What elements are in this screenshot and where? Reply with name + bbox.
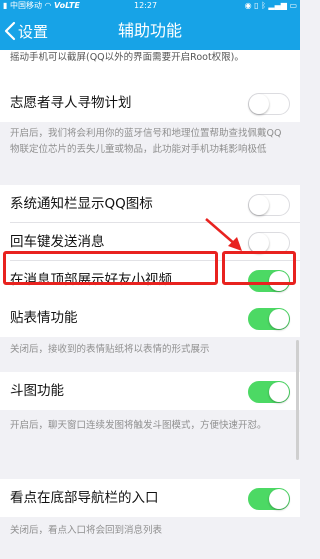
scrollbar[interactable] bbox=[296, 340, 299, 460]
volunteer-toggle[interactable] bbox=[248, 93, 290, 115]
toggle-knob bbox=[249, 94, 269, 114]
bluetooth-icon: ᛒ bbox=[261, 1, 266, 10]
signal-bars-icon: ▂▄▆ bbox=[268, 1, 287, 10]
annotation-highlight-toggle bbox=[222, 251, 296, 285]
volunteer-desc: 开启后，我们将会利用你的蓝牙信号和地理位置帮助查找佩戴QQ物联定位芯片的丢失儿童… bbox=[10, 128, 282, 155]
setting-row-notification-icon[interactable]: 系统通知栏显示QQ图标 bbox=[0, 185, 300, 223]
toggle-knob bbox=[269, 489, 289, 509]
status-bar: ▮ 中国移动 ◠ VoLTE 12:27 ◉ ▯ ᛒ ▂▄▆ ▭ bbox=[0, 0, 300, 12]
setting-label: 志愿者寻人寻物计划 bbox=[10, 95, 132, 111]
top-desc-card: 摇动手机可以截屏(QQ以外的界面需要开启Root权限)。 bbox=[0, 50, 300, 84]
shake-screenshot-desc: 摇动手机可以截屏(QQ以外的界面需要开启Root权限)。 bbox=[10, 52, 244, 63]
setting-label: 贴表情功能 bbox=[10, 310, 78, 326]
battery-icon: ▭ bbox=[289, 1, 297, 10]
kandian-desc: 关闭后，看点入口将会回到消息列表 bbox=[10, 525, 163, 536]
carrier-name: 中国移动 bbox=[9, 1, 42, 10]
toggle-knob bbox=[269, 382, 289, 402]
setting-label: 系统通知栏显示QQ图标 bbox=[10, 196, 153, 212]
toggle-knob bbox=[249, 233, 269, 253]
back-label: 设置 bbox=[18, 22, 49, 41]
kandian-toggle[interactable] bbox=[248, 488, 290, 510]
notification-icon-toggle[interactable] bbox=[248, 194, 290, 216]
setting-row-meme-battle[interactable]: 斗图功能 bbox=[0, 372, 300, 410]
meme-battle-desc: 开启后，聊天窗口连续发图将触发斗图模式，方便快速开怼。 bbox=[10, 420, 267, 431]
annotation-highlight-label bbox=[3, 251, 218, 285]
vibrate-icon: ▯ bbox=[254, 1, 259, 10]
meme-battle-toggle[interactable] bbox=[248, 381, 290, 403]
setting-row-volunteer[interactable]: 志愿者寻人寻物计划 bbox=[0, 84, 300, 122]
sticker-desc: 关闭后，接收到的表情贴纸将以表情的形式展示 bbox=[10, 344, 210, 355]
settings-list[interactable]: 摇动手机可以截屏(QQ以外的界面需要开启Root权限)。 志愿者寻人寻物计划 开… bbox=[0, 50, 300, 559]
clock: 12:27 bbox=[134, 1, 158, 10]
status-left: ▮ 中国移动 ◠ VoLTE bbox=[3, 0, 80, 12]
network-type: VoLTE bbox=[54, 1, 80, 10]
status-right: ◉ ▯ ᛒ ▂▄▆ ▭ bbox=[245, 0, 297, 12]
annotation-arrow-icon bbox=[205, 218, 242, 251]
wifi-icon: ◠ bbox=[44, 1, 52, 10]
setting-row-sticker[interactable]: 贴表情功能 bbox=[0, 299, 300, 337]
nav-bar: 设置 辅助功能 bbox=[0, 12, 300, 50]
setting-label: 看点在底部导航栏的入口 bbox=[10, 490, 159, 506]
toggle-knob bbox=[269, 309, 289, 329]
sticker-toggle[interactable] bbox=[248, 308, 290, 330]
back-button[interactable]: 设置 bbox=[4, 12, 48, 50]
signal-icon: ▮ bbox=[3, 1, 8, 10]
eye-icon: ◉ bbox=[244, 1, 252, 10]
setting-row-kandian[interactable]: 看点在底部导航栏的入口 bbox=[0, 479, 300, 517]
chevron-left-icon bbox=[4, 21, 16, 41]
toggle-knob bbox=[249, 195, 269, 215]
setting-label: 斗图功能 bbox=[10, 383, 64, 399]
